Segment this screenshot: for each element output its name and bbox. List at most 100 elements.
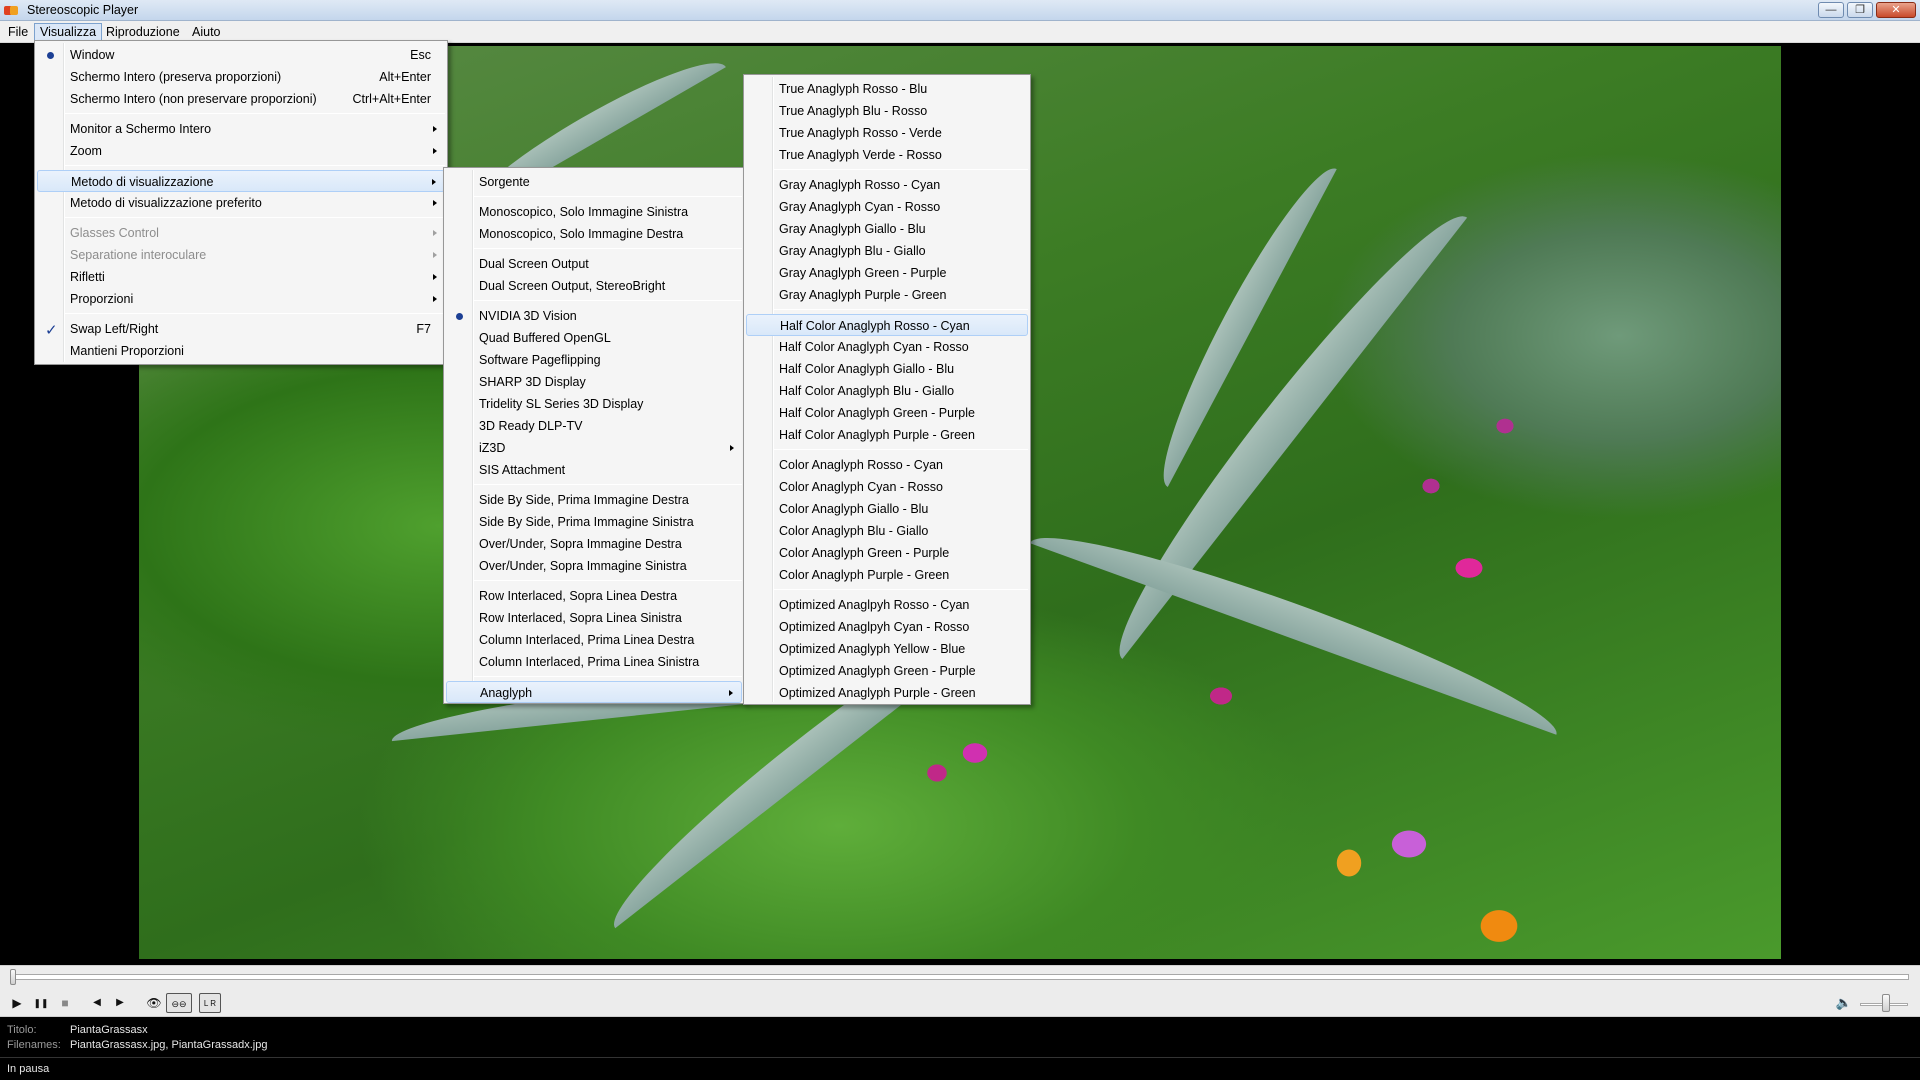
menu-visualizza[interactable]: Visualizza [34,23,103,41]
menu-item-optimized-anaglpyh-rosso-cyan[interactable]: Optimized Anaglpyh Rosso - Cyan [746,594,1028,616]
eye-icon[interactable]: 👁 [144,993,164,1013]
menu-item-sorgente[interactable]: Sorgente [446,171,742,193]
menu-item-proporzioni[interactable]: Proporzioni [37,288,445,310]
menu-item-schermo-intero-non-preservare-proporzioni[interactable]: Schermo Intero (non preservare proporzio… [37,88,445,110]
menu-item-half-color-anaglyph-purple-green[interactable]: Half Color Anaglyph Purple - Green [746,424,1028,446]
swap-lr-icon[interactable]: L R [199,993,221,1013]
seek-bar[interactable] [0,965,1920,989]
menu-item-label: Over/Under, Sopra Immagine Destra [479,537,682,551]
play-icon[interactable]: ▶ [7,993,27,1013]
menu-separator [474,248,742,249]
restore-button[interactable]: ❐ [1847,2,1873,18]
menu-item-half-color-anaglyph-green-purple[interactable]: Half Color Anaglyph Green - Purple [746,402,1028,424]
previous-icon[interactable]: ◀ [87,993,107,1013]
menu-item-label: SIS Attachment [479,463,566,477]
menu-item-mantieni-proporzioni[interactable]: Mantieni Proporzioni [37,340,445,362]
seek-thumb[interactable] [10,969,16,985]
menu-item-label: True Anaglyph Rosso - Verde [779,126,942,140]
menu-item-swap-left-right[interactable]: ✓ Swap Left/Right F7 [37,318,445,340]
menu-item-half-color-anaglyph-rosso-cyan[interactable]: Half Color Anaglyph Rosso - Cyan [746,314,1028,336]
menu-separator [774,169,1028,170]
menu-item-color-anaglyph-giallo-blu[interactable]: Color Anaglyph Giallo - Blu [746,498,1028,520]
playback-controls: ▶ ❚❚ ■ ◀ ▶ 👁 ⊖⊖ L R 🔈 [0,989,1920,1017]
radio-selected-icon [47,52,54,59]
menu-item-optimized-anaglyph-yellow-blue[interactable]: Optimized Anaglyph Yellow - Blue [746,638,1028,660]
menu-item-3d-ready-dlp-tv[interactable]: 3D Ready DLP-TV [446,415,742,437]
menu-riproduzione[interactable]: Riproduzione [100,23,186,41]
menu-item-tridelity-sl-series-3d-display[interactable]: Tridelity SL Series 3D Display [446,393,742,415]
menu-item-color-anaglyph-cyan-rosso[interactable]: Color Anaglyph Cyan - Rosso [746,476,1028,498]
menu-item-gray-anaglyph-green-purple[interactable]: Gray Anaglyph Green - Purple [746,262,1028,284]
menu-file[interactable]: File [2,23,34,41]
menu-item-label: Mantieni Proporzioni [70,344,184,358]
menu-item-gray-anaglyph-rosso-cyan[interactable]: Gray Anaglyph Rosso - Cyan [746,174,1028,196]
seek-track[interactable] [11,974,1909,980]
close-button[interactable]: ✕ [1876,2,1916,18]
menu-item-half-color-anaglyph-giallo-blu[interactable]: Half Color Anaglyph Giallo - Blu [746,358,1028,380]
menu-separator [65,313,445,314]
menu-item-true-anaglyph-blu-rosso[interactable]: True Anaglyph Blu - Rosso [746,100,1028,122]
menu-item-zoom[interactable]: Zoom [37,140,445,162]
menu-item-color-anaglyph-blu-giallo[interactable]: Color Anaglyph Blu - Giallo [746,520,1028,542]
menu-item-optimized-anaglpyh-cyan-rosso[interactable]: Optimized Anaglpyh Cyan - Rosso [746,616,1028,638]
menu-item-row-interlaced-sopra-linea-sinistra[interactable]: Row Interlaced, Sopra Linea Sinistra [446,607,742,629]
menu-item-software-pageflipping[interactable]: Software Pageflipping [446,349,742,371]
menu-item-iz3d[interactable]: iZ3D [446,437,742,459]
menu-item-label: Optimized Anaglpyh Rosso - Cyan [779,598,970,612]
menu-item-over-under-sopra-immagine-destra[interactable]: Over/Under, Sopra Immagine Destra [446,533,742,555]
menu-item-sharp-3d-display[interactable]: SHARP 3D Display [446,371,742,393]
menu-item-true-anaglyph-verde-rosso[interactable]: True Anaglyph Verde - Rosso [746,144,1028,166]
menu-item-monoscopico-solo-immagine-destra[interactable]: Monoscopico, Solo Immagine Destra [446,223,742,245]
menu-item-metodo-di-visualizzazione-preferito[interactable]: Metodo di visualizzazione preferito [37,192,445,214]
info-panel: Titolo: PiantaGrassasx Filenames: Pianta… [0,1017,1920,1057]
menu-item-side-by-side-prima-immagine-destra[interactable]: Side By Side, Prima Immagine Destra [446,489,742,511]
menu-item-nvidia-3d-vision[interactable]: NVIDIA 3D Vision [446,305,742,327]
menu-item-shortcut: Alt+Enter [379,70,431,84]
menu-item-label: Color Anaglyph Blu - Giallo [779,524,929,538]
menu-item-metodo-di-visualizzazione[interactable]: Metodo di visualizzazione [37,170,445,192]
menu-item-gray-anaglyph-giallo-blu[interactable]: Gray Anaglyph Giallo - Blu [746,218,1028,240]
menu-item-column-interlaced-prima-linea-destra[interactable]: Column Interlaced, Prima Linea Destra [446,629,742,651]
menu-item-color-anaglyph-green-purple[interactable]: Color Anaglyph Green - Purple [746,542,1028,564]
menu-item-label: Optimized Anaglyph Green - Purple [779,664,976,678]
menu-separator [774,309,1028,310]
menu-item-optimized-anaglyph-green-purple[interactable]: Optimized Anaglyph Green - Purple [746,660,1028,682]
pause-icon[interactable]: ❚❚ [31,993,51,1013]
menu-item-anaglyph[interactable]: Anaglyph [446,681,742,703]
menu-item-over-under-sopra-immagine-sinistra[interactable]: Over/Under, Sopra Immagine Sinistra [446,555,742,577]
menu-item-gray-anaglyph-purple-green[interactable]: Gray Anaglyph Purple - Green [746,284,1028,306]
stop-icon[interactable]: ■ [55,993,75,1013]
menu-item-label: Half Color Anaglyph Cyan - Rosso [779,340,969,354]
minimize-button[interactable]: — [1818,2,1844,18]
menu-aiuto[interactable]: Aiuto [186,23,227,41]
menu-item-optimized-anaglyph-purple-green[interactable]: Optimized Anaglyph Purple - Green [746,682,1028,704]
menu-item-side-by-side-prima-immagine-sinistra[interactable]: Side By Side, Prima Immagine Sinistra [446,511,742,533]
menu-item-rifletti[interactable]: Rifletti [37,266,445,288]
menu-item-monitor-a-schermo-intero[interactable]: Monitor a Schermo Intero [37,118,445,140]
menu-item-dual-screen-output[interactable]: Dual Screen Output [446,253,742,275]
menu-item-gray-anaglyph-blu-giallo[interactable]: Gray Anaglyph Blu - Giallo [746,240,1028,262]
menu-item-label: Side By Side, Prima Immagine Sinistra [479,515,694,529]
menu-item-true-anaglyph-rosso-blu[interactable]: True Anaglyph Rosso - Blu [746,78,1028,100]
menu-item-quad-buffered-opengl[interactable]: Quad Buffered OpenGL [446,327,742,349]
menu-item-color-anaglyph-rosso-cyan[interactable]: Color Anaglyph Rosso - Cyan [746,454,1028,476]
volume-icon[interactable]: 🔈 [1834,993,1854,1013]
menu-item-column-interlaced-prima-linea-sinistra[interactable]: Column Interlaced, Prima Linea Sinistra [446,651,742,673]
menu-item-true-anaglyph-rosso-verde[interactable]: True Anaglyph Rosso - Verde [746,122,1028,144]
menu-item-label: Side By Side, Prima Immagine Destra [479,493,689,507]
menu-item-gray-anaglyph-cyan-rosso[interactable]: Gray Anaglyph Cyan - Rosso [746,196,1028,218]
menu-item-schermo-intero-preserva-proporzioni[interactable]: Schermo Intero (preserva proporzioni) Alt… [37,66,445,88]
menu-item-row-interlaced-sopra-linea-destra[interactable]: Row Interlaced, Sopra Linea Destra [446,585,742,607]
menu-item-monoscopico-solo-immagine-sinistra[interactable]: Monoscopico, Solo Immagine Sinistra [446,201,742,223]
menu-item-color-anaglyph-purple-green[interactable]: Color Anaglyph Purple - Green [746,564,1028,586]
menu-item-label: iZ3D [479,441,506,455]
aloe-leaf [1030,511,1568,735]
next-icon[interactable]: ▶ [110,993,130,1013]
menu-item-half-color-anaglyph-blu-giallo[interactable]: Half Color Anaglyph Blu - Giallo [746,380,1028,402]
menu-item-sis-attachment[interactable]: SIS Attachment [446,459,742,481]
menu-item-half-color-anaglyph-cyan-rosso[interactable]: Half Color Anaglyph Cyan - Rosso [746,336,1028,358]
menu-item-window[interactable]: Window Esc [37,44,445,66]
menu-item-dual-screen-output-stereobright[interactable]: Dual Screen Output, StereoBright [446,275,742,297]
volume-slider-thumb[interactable] [1882,994,1891,1012]
glasses-icon[interactable]: ⊖⊖ [166,993,192,1013]
